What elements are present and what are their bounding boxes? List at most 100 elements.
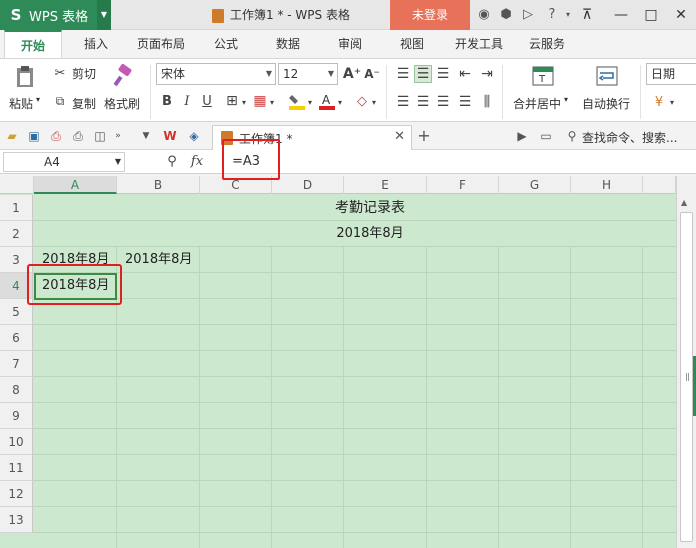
- merge-center-icon[interactable]: T: [530, 63, 556, 89]
- login-button[interactable]: 未登录: [390, 0, 470, 30]
- cell-subtitle[interactable]: 2018年8月: [34, 221, 676, 247]
- tab-view[interactable]: 视图: [390, 30, 434, 58]
- cube-icon[interactable]: ◈: [186, 128, 202, 144]
- wrap-text-button[interactable]: 自动换行: [582, 95, 630, 112]
- minimize-button[interactable]: —: [606, 0, 636, 30]
- column-header-g[interactable]: G: [499, 176, 571, 194]
- column-header-f[interactable]: F: [427, 176, 499, 194]
- row-header[interactable]: 9: [0, 403, 33, 429]
- skin-icon[interactable]: ◉: [476, 7, 492, 23]
- number-format-select[interactable]: 日期: [646, 63, 696, 85]
- search-icon[interactable]: ⚲: [564, 128, 580, 144]
- settings-icon[interactable]: ⬢: [498, 7, 514, 23]
- currency-format-icon[interactable]: ¥: [650, 93, 668, 111]
- scissors-icon[interactable]: ✂: [52, 65, 68, 81]
- paste-button[interactable]: 粘贴: [9, 95, 33, 112]
- cell-b3[interactable]: 2018年8月: [117, 247, 200, 273]
- row-header[interactable]: 2: [0, 221, 33, 247]
- fill-pattern-icon[interactable]: ▦: [252, 93, 268, 109]
- window-icon[interactable]: ▭: [538, 128, 554, 144]
- name-box[interactable]: A4 ▼: [3, 152, 125, 172]
- align-center-icon[interactable]: ☰: [414, 93, 432, 111]
- row-header[interactable]: 1: [0, 195, 33, 221]
- row-header[interactable]: 10: [0, 429, 33, 455]
- row-header[interactable]: 8: [0, 377, 33, 403]
- column-header-e[interactable]: E: [344, 176, 427, 194]
- currency-dropdown-icon[interactable]: ▾: [668, 95, 676, 109]
- align-right-icon[interactable]: ☰: [434, 93, 452, 111]
- scroll-up-icon[interactable]: ▲: [681, 198, 687, 207]
- command-search-input[interactable]: 查找命令、搜索...: [582, 129, 677, 146]
- tab-insert[interactable]: 插入: [72, 30, 120, 58]
- underline-icon[interactable]: U: [199, 93, 215, 109]
- maximize-button[interactable]: □: [636, 0, 666, 30]
- close-tab-icon[interactable]: ✕: [394, 129, 405, 144]
- tab-review[interactable]: 审阅: [328, 30, 372, 58]
- spreadsheet-grid[interactable]: A B C D E F G H 1 2 3 4 5 6 7 8 9 10 11 …: [0, 176, 676, 548]
- tab-page-layout[interactable]: 页面布局: [128, 30, 194, 58]
- print-preview-icon[interactable]: ◫: [92, 128, 108, 144]
- column-header-d[interactable]: D: [272, 176, 344, 194]
- formula-input[interactable]: =A3: [222, 152, 694, 172]
- insert-function-icon[interactable]: fx: [188, 153, 206, 169]
- fill-color-dropdown-icon[interactable]: ▾: [306, 95, 314, 109]
- column-header-a[interactable]: A: [34, 176, 117, 194]
- scrollbar-thumb[interactable]: [680, 212, 693, 542]
- border-dropdown-icon[interactable]: ▾: [240, 95, 248, 109]
- align-top-icon[interactable]: ☰: [394, 65, 412, 83]
- tab-developer[interactable]: 开发工具: [446, 30, 512, 58]
- tab-home[interactable]: 开始: [4, 30, 62, 58]
- italic-icon[interactable]: I: [179, 93, 195, 109]
- border-icon[interactable]: ⊞: [224, 93, 240, 109]
- customize-dropdown-icon[interactable]: ▼: [138, 128, 154, 144]
- merge-center-dropdown-icon[interactable]: ▾: [564, 95, 568, 104]
- help-icon[interactable]: ?: [544, 7, 560, 23]
- close-button[interactable]: ✕: [666, 0, 696, 30]
- open-folder-icon[interactable]: ▰: [4, 128, 20, 144]
- video-icon[interactable]: ▶: [514, 128, 530, 144]
- decrease-indent-icon[interactable]: ⇤: [456, 65, 474, 83]
- tab-cloud-service[interactable]: 云服务: [522, 30, 572, 58]
- new-tab-icon[interactable]: +: [416, 128, 432, 144]
- distributed-align-icon[interactable]: ⫼: [478, 93, 496, 111]
- tab-data[interactable]: 数据: [266, 30, 310, 58]
- fill-pattern-dropdown-icon[interactable]: ▾: [268, 95, 276, 109]
- share-icon[interactable]: ▷: [520, 7, 536, 23]
- copy-icon[interactable]: ⧉: [52, 93, 68, 109]
- export-pdf-icon[interactable]: ⎙: [48, 128, 64, 144]
- print-icon[interactable]: ⎙: [70, 128, 86, 144]
- row-header[interactable]: 12: [0, 481, 33, 507]
- increase-indent-icon[interactable]: ⇥: [478, 65, 496, 83]
- chevron-down-icon[interactable]: ▼: [97, 0, 111, 30]
- row-header[interactable]: 11: [0, 455, 33, 481]
- decrease-font-icon[interactable]: A⁻: [363, 65, 381, 83]
- justify-icon[interactable]: ☰: [456, 93, 474, 111]
- row-header[interactable]: 7: [0, 351, 33, 377]
- font-size-select[interactable]: 12 ▼: [278, 63, 338, 85]
- copy-button[interactable]: 复制: [72, 95, 96, 112]
- font-name-select[interactable]: 宋体 ▼: [156, 63, 276, 85]
- select-all-corner[interactable]: [0, 176, 34, 194]
- align-bottom-icon[interactable]: ☰: [434, 65, 452, 83]
- wrap-text-icon[interactable]: [594, 63, 620, 89]
- clear-format-icon[interactable]: ◇: [354, 93, 370, 109]
- more-icon[interactable]: »: [110, 128, 126, 144]
- cell-title[interactable]: 考勤记录表: [34, 195, 676, 221]
- zoom-icon[interactable]: ⚲: [164, 153, 180, 169]
- increase-font-icon[interactable]: A⁺: [343, 65, 361, 83]
- wps-app-menu-button[interactable]: S WPS 表格 ▼: [0, 0, 111, 30]
- minimize-to-tray-icon[interactable]: ⊼: [572, 0, 602, 30]
- clear-format-dropdown-icon[interactable]: ▾: [370, 95, 378, 109]
- format-painter-icon[interactable]: [110, 63, 136, 89]
- wps-w-icon[interactable]: W: [162, 128, 178, 144]
- fill-color-icon[interactable]: [288, 91, 306, 111]
- cut-button[interactable]: 剪切: [72, 65, 96, 82]
- paste-icon[interactable]: [12, 65, 38, 89]
- font-color-icon[interactable]: A: [318, 91, 336, 111]
- paste-dropdown-icon[interactable]: ▾: [36, 95, 40, 104]
- align-left-icon[interactable]: ☰: [394, 93, 412, 111]
- row-header[interactable]: 6: [0, 325, 33, 351]
- tab-formulas[interactable]: 公式: [204, 30, 248, 58]
- bold-icon[interactable]: B: [159, 93, 175, 109]
- format-painter-button[interactable]: 格式刷: [104, 95, 140, 112]
